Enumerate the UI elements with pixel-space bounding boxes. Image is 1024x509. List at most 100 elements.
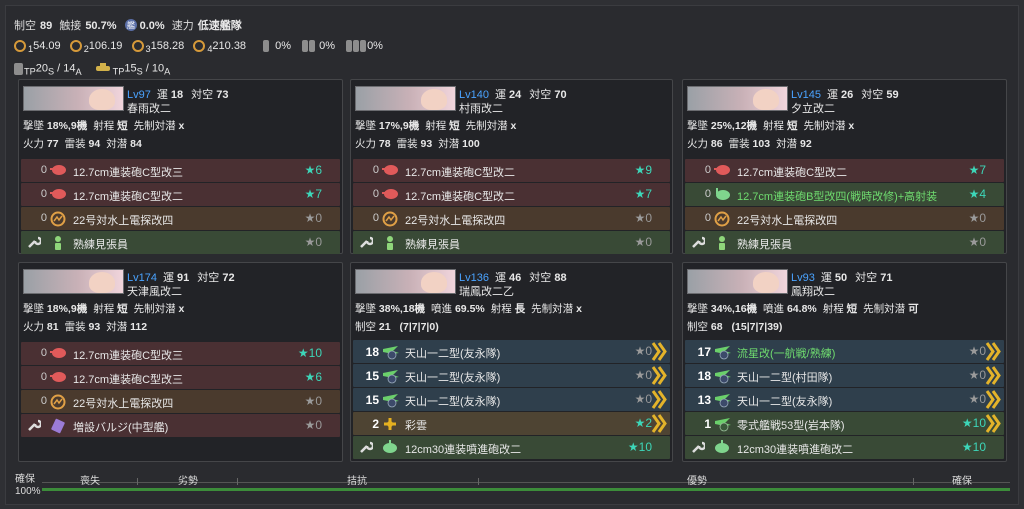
stat-label: 雷装: [728, 138, 750, 150]
contact-plane-icon: 艦: [124, 18, 138, 35]
slot-count: 0: [372, 212, 379, 224]
los-icon: [14, 40, 26, 53]
equipment-slot[interactable]: 18 天山一二型(友永隊) ★0: [353, 340, 670, 363]
stat-value: 69.5%: [454, 303, 485, 315]
axis-label-superiority: 優勢: [687, 476, 707, 487]
drum-value: 0%: [319, 40, 335, 52]
stat-line-2: 制空 68 (15|7|7|39): [687, 319, 788, 334]
stat-label: 噴進: [431, 303, 453, 315]
improvement-level: ★7: [968, 163, 986, 177]
stat-line-1: 撃墜 18%,9機 射程 短先制対潜 x: [23, 301, 190, 316]
torpedo-bomber-icon: [714, 344, 731, 360]
rocket-aa-icon: [382, 440, 398, 455]
equipment-name: 天山一二型(友永隊): [405, 372, 501, 384]
equipment-name: 12.7cm連装砲C型改三: [73, 167, 184, 179]
equipment-name: 12cm30連装噴進砲改二: [737, 444, 854, 456]
aa-value: 73: [216, 89, 229, 101]
tp-s-sub: S: [136, 66, 143, 77]
stat-value: (15|7|7|39): [731, 321, 783, 333]
ship-banner: [23, 269, 124, 294]
equipment-slot[interactable]: 0 12.7cm連装砲C型改二 ★9: [353, 159, 670, 182]
proficiency-chevron-icon: [985, 366, 1001, 385]
gun-icon: [50, 163, 66, 178]
equipment-slot[interactable]: 15 天山一二型(友永隊) ★0: [353, 364, 670, 387]
equipment-slot[interactable]: 0 22号対水上電探改四 ★0: [21, 207, 340, 230]
stat-label: 火力: [23, 138, 44, 150]
improvement-level: ★6: [304, 370, 322, 384]
ship-card[interactable]: Lv97 運 18 対空 73 春雨改二 撃墜 18%,9機 射程 短先制対潜 x 火力 7…: [18, 79, 343, 254]
equipment-slot[interactable]: 0 12.7cm連装砲C型改三 ★6: [21, 366, 340, 389]
stat-value: 17%,9機: [378, 120, 420, 132]
equipment-slot[interactable]: 増設バルジ(中型艦) ★0: [21, 414, 340, 437]
stat-value: 100: [462, 138, 480, 150]
improvement-level: ★7: [304, 187, 322, 201]
los-value: 54.09: [33, 40, 61, 52]
equipment-slot[interactable]: 2 彩雲 ★2: [353, 412, 670, 435]
improvement-level: ★0: [968, 344, 986, 358]
equipment-slot[interactable]: 0 12.7cm連装砲C型改二 ★7: [21, 183, 340, 206]
equipment-slot[interactable]: 0 22号対水上電探改四 ★0: [353, 207, 670, 230]
equipment-slot[interactable]: 13 天山一二型(友永隊) ★0: [685, 388, 1004, 411]
improvement-level: ★0: [968, 211, 986, 225]
ship-card[interactable]: Lv136 運 46 対空 88 瑞鳳改二乙 撃墜 38%,18機 噴進 69.5% 射程 …: [350, 262, 673, 462]
ship-card[interactable]: Lv174 運 91 対空 72 天津風改二 撃墜 18%,9機 射程 短先制対潜 x 火力…: [18, 262, 343, 462]
los-icon: [131, 40, 144, 53]
improvement-level: ★0: [968, 392, 986, 406]
header-line-2: 154.09 2106.19 3158.28 4210.38 0% 0% 0%: [14, 40, 383, 54]
improvement-level: ★0: [634, 344, 652, 358]
stat-label: 撃墜: [355, 120, 376, 132]
aa-label: 対空: [191, 89, 214, 101]
equipment-slot[interactable]: 1 零式艦戦53型(岩本隊) ★10: [685, 412, 1004, 435]
stat-value: x: [848, 120, 855, 132]
ship-portrait: [89, 89, 115, 110]
equipment-slot[interactable]: 熟練見張員 ★0: [685, 231, 1004, 254]
equipment-slot[interactable]: 0 12.7cm連装砲B型改四(戦時改修)+高射装 ★4: [685, 183, 1004, 206]
stat-label: 撃墜: [23, 120, 44, 132]
stat-label: 対潜: [106, 138, 128, 150]
equipment-slot[interactable]: 0 22号対水上電探改四 ★0: [21, 390, 340, 413]
ship-card[interactable]: Lv140 運 24 対空 70 村雨改二 撃墜 17%,9機 射程 短先制対潜 x 火力 …: [350, 79, 673, 254]
radar-icon: [382, 211, 398, 227]
equipment-slot[interactable]: 0 12.7cm連装砲C型改三 ★6: [21, 159, 340, 182]
stat-label: 撃墜: [687, 303, 708, 315]
axis-tick: [137, 478, 138, 485]
stat-label: 射程: [490, 303, 512, 315]
equipment-slot[interactable]: 12cm30連装噴進砲改二 ★10: [353, 436, 670, 459]
improvement-level: ★7: [634, 187, 652, 201]
equipment-slot[interactable]: 0 12.7cm連装砲C型改三 ★10: [21, 342, 340, 365]
luck-value: 26: [841, 89, 854, 101]
equipment-slot[interactable]: 12cm30連装噴進砲改二 ★10: [685, 436, 1004, 459]
equipment-slot[interactable]: 0 12.7cm連装砲C型改二 ★7: [353, 183, 670, 206]
ship-portrait: [753, 272, 779, 293]
equipment-name: 増設バルジ(中型艦): [73, 422, 169, 434]
improvement-level: ★0: [634, 235, 652, 249]
equipment-name: 12cm30連装噴進砲改二: [405, 444, 522, 456]
gun-icon: [50, 187, 66, 202]
slot-count: 13: [697, 393, 711, 407]
equipment-slot[interactable]: 0 12.7cm連装砲C型改二 ★7: [685, 159, 1004, 182]
stat-label: 対潜: [106, 321, 128, 333]
proficiency-chevron-icon: [651, 366, 667, 385]
equipment-name: 熟練見張員: [73, 239, 128, 251]
proficiency-chevron-icon: [651, 390, 667, 409]
equipment-slot[interactable]: 0 22号対水上電探改四 ★0: [685, 207, 1004, 230]
stat-value: 92: [799, 138, 812, 150]
equipment-slot[interactable]: 熟練見張員 ★0: [21, 231, 340, 254]
equipment-slot[interactable]: 15 天山一二型(友永隊) ★0: [353, 388, 670, 411]
aa-label: 対空: [855, 272, 878, 284]
axis-label-loss: 喪失: [80, 476, 100, 487]
stat-value: 86: [710, 138, 723, 150]
stat-label: 先制対潜: [133, 120, 176, 132]
stat-value: 64.8%: [786, 303, 817, 315]
equipment-slot[interactable]: 17 流星改(一航戦/熟練) ★0: [685, 340, 1004, 363]
header-line-3: TP20S / 14A TP15S / 10A: [14, 62, 170, 77]
aa-label: 対空: [529, 272, 552, 284]
equipment-slot[interactable]: 熟練見張員 ★0: [353, 231, 670, 254]
ship-card[interactable]: Lv145 運 26 対空 59 夕立改二 撃墜 25%,12機 射程 短先制対潜 x 火力…: [682, 79, 1007, 254]
equipment-slot[interactable]: 18 天山一二型(村田隊) ★0: [685, 364, 1004, 387]
radar-icon: [50, 211, 66, 227]
ship-card[interactable]: Lv93 運 50 対空 71 鳳翔改二 撃墜 34%,16機 噴進 64.8% 射程 短先…: [682, 262, 1007, 462]
air-power-label: 制空: [14, 20, 36, 32]
stat-label: 射程: [425, 120, 447, 132]
ship-banner: [687, 269, 788, 294]
